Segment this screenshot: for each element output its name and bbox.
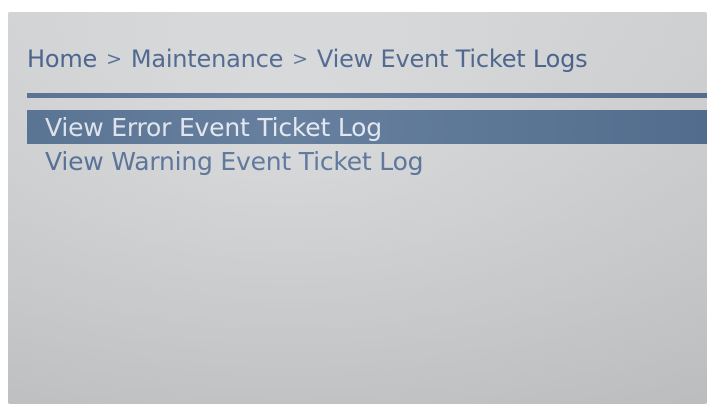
breadcrumb: Home > Maintenance > View Event Ticket L… [27,42,588,76]
menu-item-label: View Error Event Ticket Log [45,112,382,142]
header-divider [27,93,707,98]
breadcrumb-item-maintenance[interactable]: Maintenance [131,45,284,73]
breadcrumb-item-current: View Event Ticket Logs [316,45,588,73]
menu-item-error-event-log[interactable]: View Error Event Ticket Log [27,110,707,144]
breadcrumb-item-home[interactable]: Home [27,45,97,73]
menu-item-warning-event-log[interactable]: View Warning Event Ticket Log [27,144,707,179]
menu-list: View Error Event Ticket Log View Warning… [27,110,707,179]
menu-item-label: View Warning Event Ticket Log [45,147,424,176]
device-bezel: Home > Maintenance > View Event Ticket L… [0,0,707,416]
breadcrumb-separator: > [292,48,308,70]
lcd-screen: Home > Maintenance > View Event Ticket L… [8,12,707,404]
breadcrumb-separator: > [106,48,122,70]
